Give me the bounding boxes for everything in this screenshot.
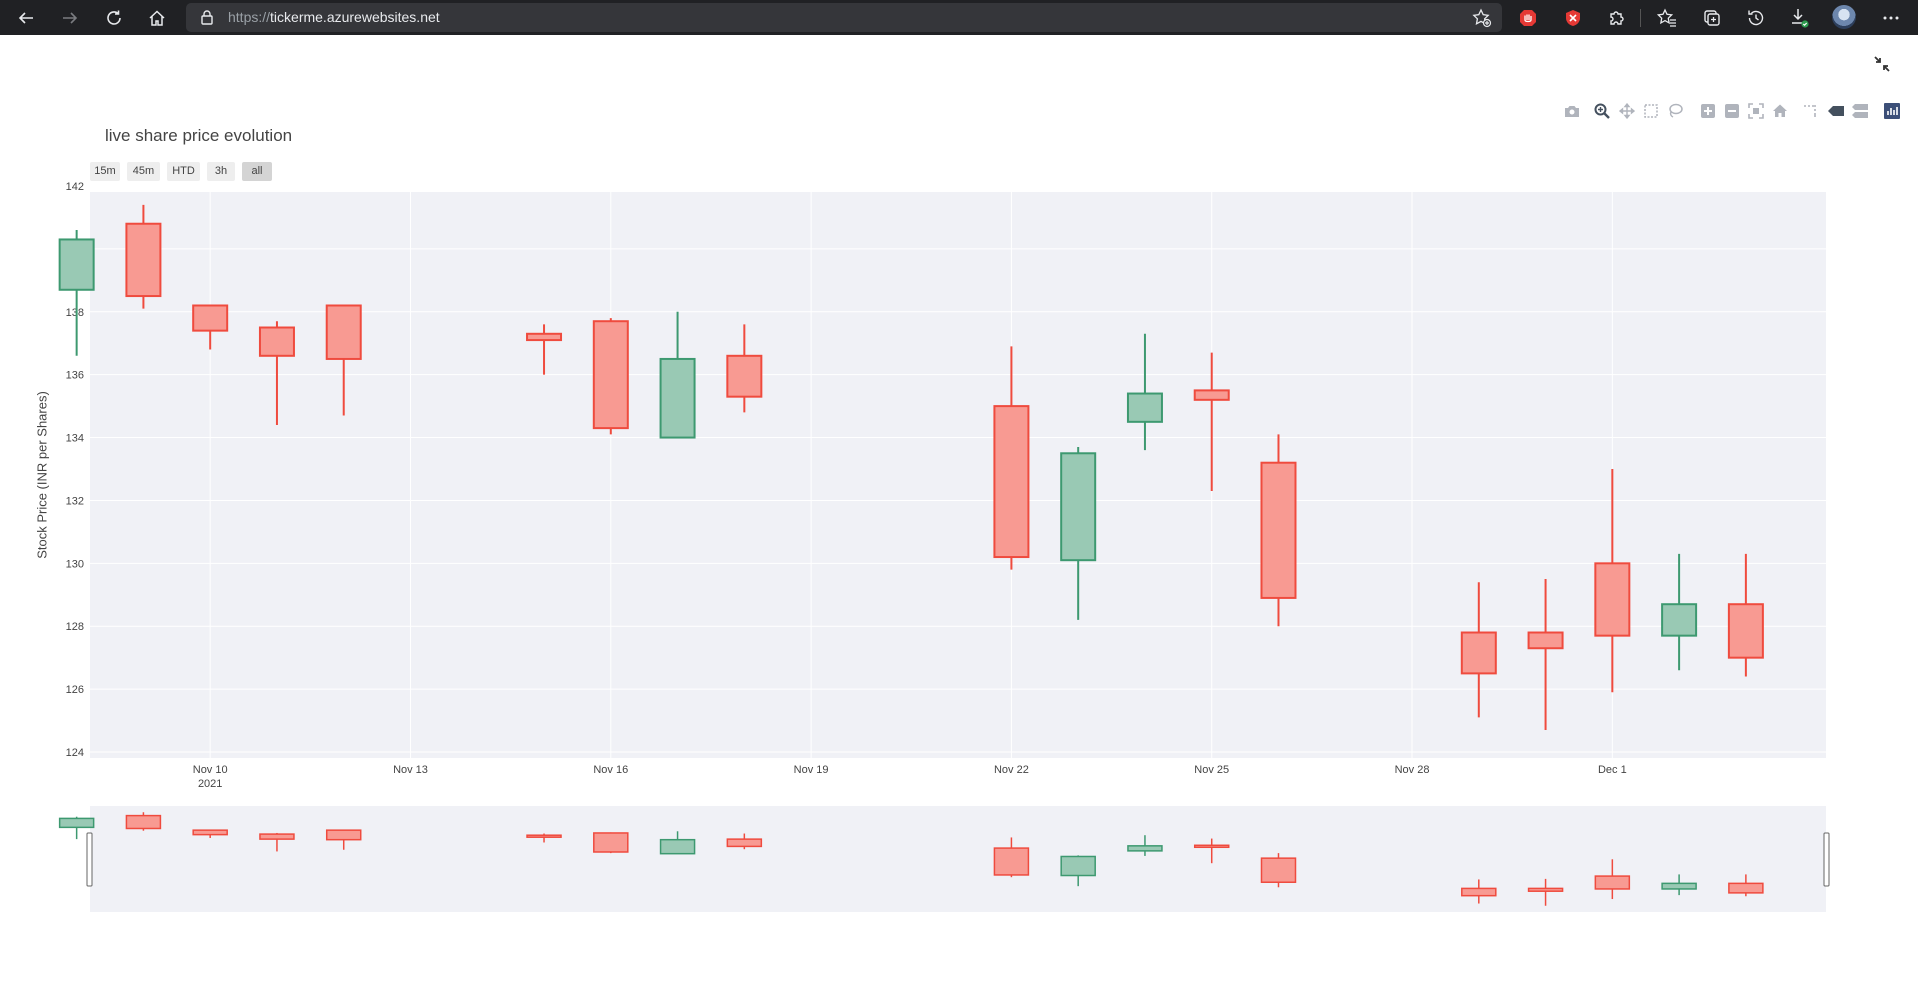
- range-slider-left-handle[interactable]: [86, 832, 93, 887]
- plot-area[interactable]: [90, 192, 1826, 758]
- candle-body[interactable]: [58, 238, 95, 291]
- slider-candle-body: [526, 834, 562, 838]
- candle-body[interactable]: [125, 222, 162, 298]
- y-tick-label: 124: [66, 747, 84, 759]
- slider-candle-body: [1060, 855, 1096, 877]
- y-tick-label: 142: [66, 181, 84, 193]
- candle-body[interactable]: [1527, 631, 1564, 650]
- x-tick-year-label: 2021: [198, 778, 222, 790]
- slider-candle-body: [259, 833, 295, 840]
- candle-body[interactable]: [1661, 603, 1698, 637]
- slider-candle-body: [1661, 882, 1697, 890]
- candle-body[interactable]: [192, 304, 229, 332]
- range-slider-right-handle[interactable]: [1823, 832, 1830, 887]
- x-tick-label: Nov 28: [1395, 764, 1430, 776]
- candle-body[interactable]: [659, 357, 696, 439]
- slider-candle-body: [1260, 857, 1297, 883]
- slider-candle-body: [726, 838, 763, 848]
- candle-body[interactable]: [1727, 603, 1764, 659]
- slider-candle-body: [993, 847, 1030, 876]
- slider-candle-body: [325, 829, 362, 841]
- x-tick-label: Dec 1: [1598, 764, 1627, 776]
- slider-candle-body: [192, 829, 228, 836]
- y-tick-label: 136: [66, 370, 84, 382]
- slider-candle-body: [1193, 844, 1230, 849]
- slider-candle-body: [659, 838, 696, 855]
- y-tick-label: 138: [66, 307, 84, 319]
- x-tick-label: Nov 13: [393, 764, 428, 776]
- x-axis-ticks: Nov 10 2021 Nov 13 Nov 16 Nov 19 Nov 22 Nov 25…: [193, 764, 1627, 790]
- slider-candle-body: [1594, 875, 1631, 890]
- x-tick-label: Nov 22: [994, 764, 1029, 776]
- candle-body[interactable]: [258, 326, 295, 357]
- slider-candle-body: [1728, 882, 1764, 894]
- candle-body[interactable]: [1126, 392, 1163, 423]
- range-slider[interactable]: [90, 806, 1826, 912]
- slider-candle-body: [593, 832, 629, 853]
- x-tick-label: Nov 10: [193, 764, 228, 776]
- slider-candle-body: [58, 817, 95, 829]
- candle-body[interactable]: [1060, 452, 1097, 562]
- x-tick-label: Nov 19: [794, 764, 829, 776]
- candle-body[interactable]: [1594, 562, 1631, 637]
- candle-body[interactable]: [1260, 461, 1297, 599]
- slider-candle-body: [1127, 845, 1163, 852]
- y-tick-label: 128: [66, 621, 84, 633]
- candle-body[interactable]: [325, 304, 362, 360]
- slider-candle-body: [1461, 887, 1497, 897]
- y-tick-label: 126: [66, 684, 84, 696]
- candle-body[interactable]: [993, 405, 1030, 559]
- candle-body[interactable]: [726, 354, 763, 398]
- y-tick-label: 132: [66, 495, 84, 507]
- candle-body[interactable]: [592, 320, 629, 430]
- y-tick-label: 130: [66, 558, 84, 570]
- x-tick-label: Nov 25: [1194, 764, 1229, 776]
- candle-body[interactable]: [1193, 389, 1230, 401]
- candle-body[interactable]: [1460, 631, 1497, 675]
- candlestick-chart[interactable]: 124126128130132134136138140142 Nov 10202…: [0, 0, 1918, 983]
- y-tick-label: 134: [66, 433, 84, 445]
- slider-candle-body: [1527, 887, 1564, 892]
- candle-body[interactable]: [526, 332, 563, 342]
- x-tick-label: Nov 16: [593, 764, 628, 776]
- slider-candle-body: [125, 814, 162, 830]
